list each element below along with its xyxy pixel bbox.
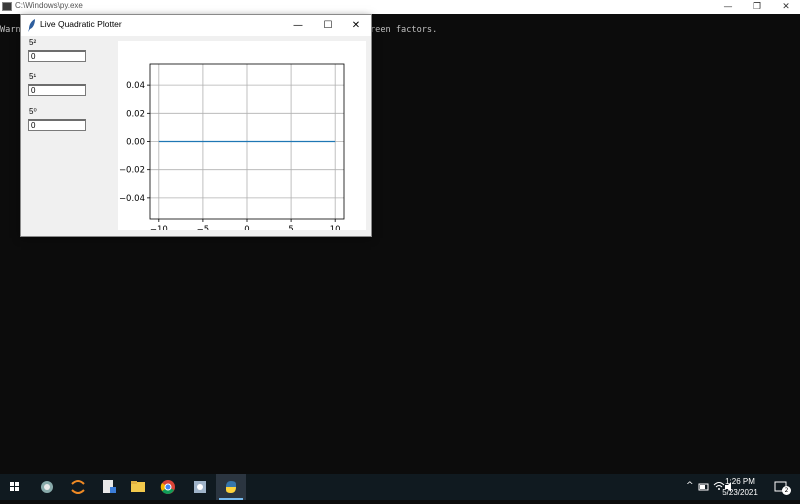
y-tick-label: 0.00 — [126, 138, 145, 148]
window-title: Live Quadratic Plotter — [40, 19, 122, 29]
plotter-titlebar[interactable]: Live Quadratic Plotter — ☐ ✕ — [21, 15, 371, 36]
minimize-button[interactable]: — — [283, 15, 313, 36]
plotter-window[interactable]: Live Quadratic Plotter — ☐ ✕ 5² 0 5¹ 0 5… — [21, 15, 371, 236]
console-fragment: reen factors. — [370, 25, 438, 35]
y-tick-label: 0.02 — [126, 109, 145, 119]
coefficient-c-label: 5⁰ — [29, 107, 37, 116]
coefficient-a-label: 5² — [29, 38, 37, 47]
notifications-button[interactable]: 2 — [772, 478, 791, 496]
taskbar-app[interactable] — [185, 474, 215, 500]
search-app-icon — [41, 481, 53, 493]
close-button[interactable]: ✕ — [341, 15, 371, 36]
clock-date: 5/23/2021 — [722, 488, 758, 497]
x-tick-label: 0 — [244, 225, 249, 230]
taskbar-app[interactable] — [93, 474, 123, 500]
battery-icon[interactable] — [698, 481, 710, 493]
notification-count: 2 — [782, 486, 791, 495]
console-line: Warn — [0, 25, 21, 35]
y-tick-label: −0.02 — [119, 166, 145, 176]
feather-icon — [28, 19, 35, 32]
console-titlebar[interactable]: C:\Windows\py.exe — ❐ ✕ — [0, 0, 800, 14]
x-tick-label: −5 — [197, 225, 210, 230]
x-tick-label: −10 — [150, 225, 168, 230]
chrome-icon — [160, 480, 175, 494]
coefficient-b-input[interactable]: 0 — [28, 84, 86, 96]
tray-chevron-icon[interactable]: ^ — [686, 481, 694, 491]
console-title: C:\Windows\py.exe — [15, 1, 83, 10]
photos-icon — [194, 481, 206, 493]
sync-icon — [71, 480, 85, 494]
plot-canvas[interactable]: −10 −5 0 5 10 −0.04 −0.02 0.00 0.02 0.04 — [118, 41, 366, 235]
taskbar-app[interactable] — [63, 474, 93, 500]
x-tick-label: 10 — [330, 225, 341, 230]
y-tick-label: −0.04 — [119, 194, 145, 204]
console-scrollbar[interactable] — [786, 14, 800, 474]
coefficient-c-input[interactable]: 0 — [28, 119, 86, 131]
close-button[interactable]: ✕ — [771, 0, 800, 14]
coefficient-b-label: 5¹ — [29, 72, 37, 81]
coefficient-a-input[interactable]: 0 — [28, 50, 86, 62]
doc-icon — [103, 480, 116, 493]
minimize-button[interactable]: — — [713, 0, 743, 14]
taskbar: ^ 1:26 PM 5/23/2021 2 — [0, 474, 800, 500]
restore-button[interactable]: ❐ — [742, 0, 772, 14]
folder-icon — [131, 481, 145, 492]
y-tick-label: 0.04 — [126, 81, 145, 91]
taskbar-app[interactable] — [123, 474, 153, 500]
clock[interactable]: 1:26 PM 5/23/2021 — [710, 476, 770, 498]
start-button[interactable] — [0, 474, 30, 500]
taskbar-app-active[interactable] — [216, 474, 246, 500]
clock-time: 1:26 PM — [725, 477, 755, 486]
x-tick-label: 5 — [288, 225, 293, 230]
python-icon — [226, 481, 236, 493]
quadratic-chart: −10 −5 0 5 10 −0.04 −0.02 0.00 0.02 0.04 — [119, 63, 345, 235]
maximize-button[interactable]: ☐ — [313, 15, 343, 36]
terminal-icon — [2, 2, 12, 11]
windows-icon — [10, 482, 19, 491]
taskbar-app[interactable] — [153, 474, 183, 500]
taskbar-app[interactable] — [33, 474, 63, 500]
